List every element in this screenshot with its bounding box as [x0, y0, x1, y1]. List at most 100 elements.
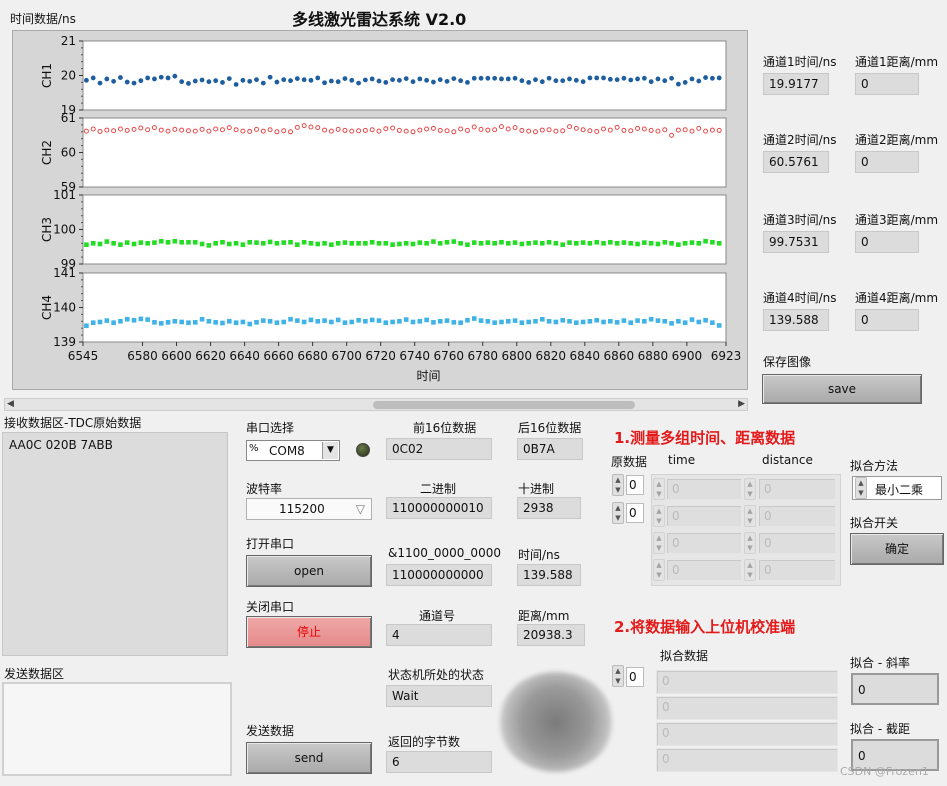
fit-data-stepper[interactable]: ▲ ▼	[612, 665, 624, 687]
data-point	[587, 128, 593, 134]
index-stepper-2[interactable]: ▲ ▼	[612, 502, 624, 524]
time-cell[interactable]: 0	[666, 478, 742, 500]
data-point	[254, 320, 259, 325]
watermark: CSDN @Frozen1	[840, 765, 929, 778]
x-tick-label: 6580	[127, 349, 158, 363]
stop-button[interactable]: 停止	[246, 616, 372, 648]
row-stepper[interactable]: ▲ ▼	[653, 505, 665, 527]
fit-data-cell[interactable]: 0	[656, 722, 838, 746]
index-field-2[interactable]: 0	[626, 503, 644, 523]
data-point	[601, 75, 606, 81]
data-point	[295, 318, 300, 323]
data-point	[607, 127, 613, 133]
baud-rate-select[interactable]: 115200 ▽	[246, 498, 372, 520]
row-stepper[interactable]: ▲ ▼	[744, 559, 756, 581]
fit-data-cell[interactable]: 0	[656, 748, 838, 772]
data-point	[206, 319, 212, 324]
data-point	[226, 241, 232, 247]
data-point	[362, 77, 368, 83]
channel-time-label: 通道1时间/ns	[763, 55, 837, 69]
row-stepper[interactable]: ▲ ▼	[744, 532, 756, 554]
data-point	[328, 128, 334, 134]
index-stepper-1[interactable]: ▲ ▼	[612, 474, 624, 496]
channel-distance-label: 通道2距离/mm	[855, 133, 939, 147]
data-point	[539, 241, 545, 246]
chevron-down-icon[interactable]: ▽	[356, 502, 365, 516]
send-area-label: 发送数据区	[4, 667, 65, 681]
distance-cell[interactable]: 0	[758, 505, 836, 527]
chevron-down-icon[interactable]: ▼	[322, 442, 338, 459]
data-point	[179, 239, 184, 245]
scroll-right-icon[interactable]: ▶	[738, 399, 745, 409]
send-textarea[interactable]	[2, 682, 232, 776]
port-select[interactable]: % COM8 ▼	[246, 440, 340, 461]
fit-switch-label: 拟合开关	[850, 516, 899, 530]
chart-y-axis-label: 时间数据/ns	[10, 12, 76, 26]
data-point	[206, 79, 212, 85]
data-point	[444, 78, 450, 84]
send-button[interactable]: send	[246, 742, 372, 774]
data-point	[601, 241, 606, 246]
fit-method-stepper[interactable]: ▲ ▼	[855, 477, 867, 499]
row-stepper[interactable]: ▲ ▼	[653, 559, 665, 581]
data-point	[172, 319, 178, 324]
row-stepper[interactable]: ▲ ▼	[653, 478, 665, 500]
y-tick-label: 20	[61, 69, 76, 83]
data-point	[213, 241, 218, 246]
distance-cell[interactable]: 0	[758, 478, 836, 500]
row-stepper[interactable]: ▲ ▼	[744, 505, 756, 527]
data-point	[710, 320, 715, 325]
data-point	[492, 127, 498, 133]
data-point	[546, 75, 552, 81]
data-point	[608, 319, 613, 324]
data-point	[621, 240, 627, 245]
distance-cell[interactable]: 0	[758, 532, 836, 554]
data-point	[519, 320, 525, 325]
row-stepper[interactable]: ▲ ▼	[653, 532, 665, 554]
data-point	[179, 79, 185, 85]
data-point	[594, 317, 600, 323]
data-point	[288, 129, 294, 135]
fit-data-cell[interactable]: 0	[656, 696, 838, 720]
data-point	[288, 78, 293, 84]
panel-name-label: CH2	[40, 140, 54, 165]
data-point	[696, 241, 702, 246]
time-cell[interactable]: 0	[666, 559, 742, 581]
confirm-button[interactable]: 确定	[850, 533, 944, 565]
fit-data-index[interactable]: 0	[626, 667, 644, 687]
data-point	[131, 317, 137, 323]
save-button[interactable]: save	[762, 374, 922, 404]
distance-cell[interactable]: 0	[758, 559, 836, 581]
x-tick-label: 6780	[467, 349, 498, 363]
data-point	[226, 319, 232, 324]
bytes-returned-field: 6	[386, 751, 492, 773]
data-point	[431, 239, 436, 244]
fit-data-cell[interactable]: 0	[656, 670, 838, 694]
data-point	[185, 128, 191, 134]
receive-textarea[interactable]: AA0C 020B 7ABB	[2, 432, 228, 656]
data-point	[226, 125, 232, 131]
last16-field: 0B7A	[517, 438, 583, 460]
time-cell[interactable]: 0	[666, 505, 742, 527]
binary-label: 二进制	[420, 482, 457, 496]
data-point	[301, 239, 307, 245]
data-point	[111, 128, 117, 134]
time-cell[interactable]: 0	[666, 532, 742, 554]
open-button[interactable]: open	[246, 555, 372, 587]
data-point	[274, 129, 280, 135]
data-point	[465, 80, 470, 85]
horizontal-scrollbar[interactable]: ◀ ▶	[4, 398, 748, 411]
row-stepper[interactable]: ▲ ▼	[744, 478, 756, 500]
data-point	[390, 319, 395, 325]
data-point	[451, 239, 457, 244]
index-field-1[interactable]: 0	[626, 475, 644, 495]
plot-panel	[82, 40, 727, 111]
y-tick-label: 101	[53, 188, 76, 202]
scrollbar-thumb[interactable]	[373, 401, 635, 409]
data-point	[186, 239, 191, 245]
data-point	[621, 318, 627, 323]
fit-method-select[interactable]: ▲ ▼ 最小二乘	[852, 476, 942, 500]
data-point	[492, 241, 497, 246]
data-point	[369, 76, 375, 82]
scroll-left-icon[interactable]: ◀	[7, 399, 14, 409]
